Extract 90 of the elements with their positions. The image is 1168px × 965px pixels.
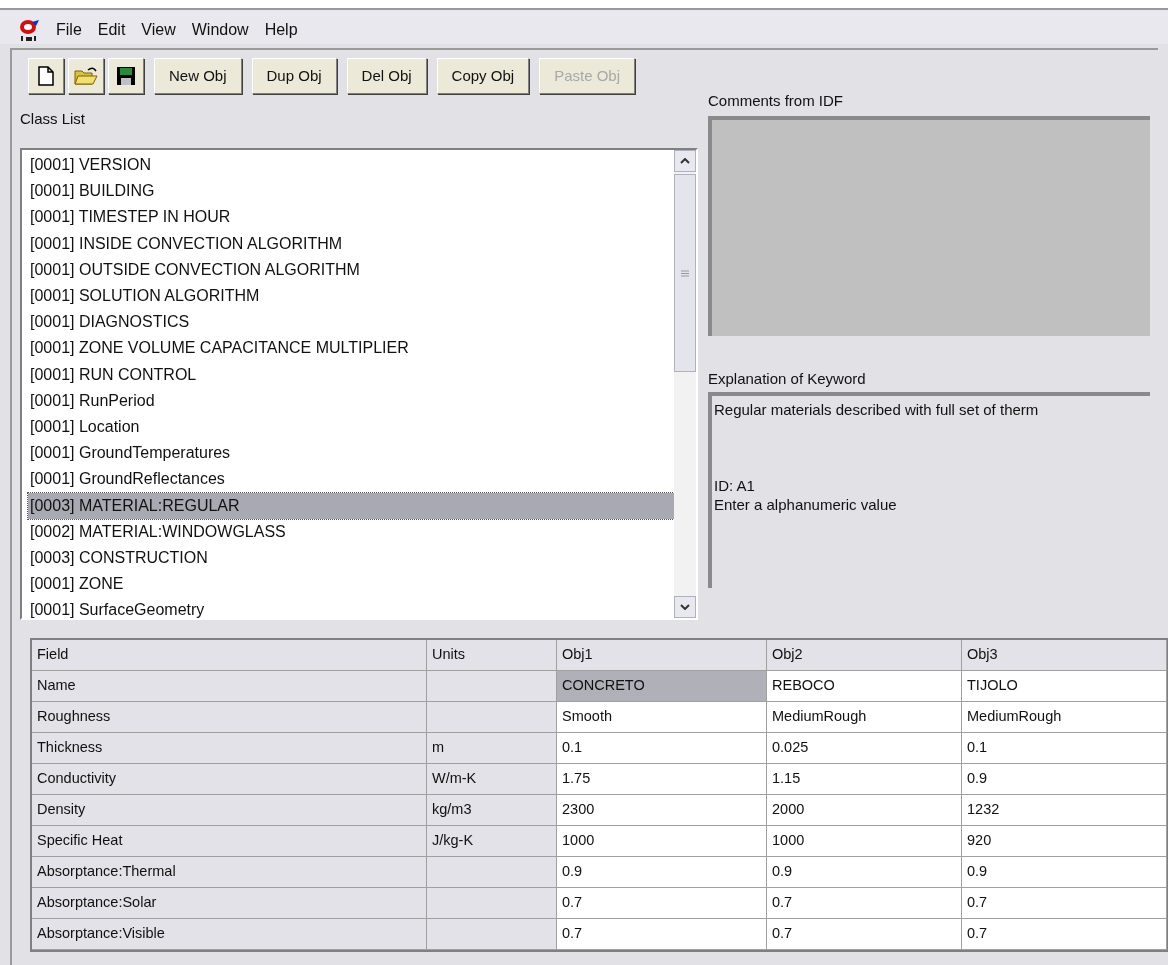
column-header: Units [427, 640, 557, 671]
value-cell[interactable]: Smooth [557, 702, 767, 733]
toolbar-button[interactable]: New Obj [154, 58, 242, 94]
value-cell[interactable]: 0.1 [557, 733, 767, 764]
field-name-cell: Roughness [32, 702, 427, 733]
value-cell[interactable]: 2300 [557, 795, 767, 826]
class-list-item[interactable]: [0001] INSIDE CONVECTION ALGORITHM [28, 230, 674, 257]
class-list-item[interactable]: [0001] TIMESTEP IN HOUR [28, 204, 674, 231]
chevron-up-icon [680, 158, 690, 164]
value-cell[interactable]: 0.9 [962, 857, 1167, 888]
value-cell[interactable]: 0.025 [767, 733, 962, 764]
value-cell[interactable]: 1.15 [767, 764, 962, 795]
value-cell[interactable]: REBOCO [767, 671, 962, 702]
value-cell[interactable]: 1.75 [557, 764, 767, 795]
class-list-item[interactable]: [0002] MATERIAL:WINDOWGLASS [28, 518, 674, 546]
value-cell[interactable]: 0.7 [962, 888, 1167, 919]
scroll-down-button[interactable] [674, 596, 696, 618]
units-cell: J/kg-K [427, 826, 557, 857]
menu-item[interactable]: Help [264, 18, 298, 42]
class-list-item[interactable]: [0001] BUILDING [28, 178, 674, 205]
class-list-item[interactable]: [0001] DIAGNOSTICS [28, 309, 674, 336]
value-cell[interactable]: 1000 [557, 826, 767, 857]
field-name-cell: Absorptance:Visible [32, 919, 427, 950]
class-list-item[interactable]: [0001] GroundReflectances [28, 466, 674, 493]
field-name-cell: Absorptance:Solar [32, 888, 427, 919]
value-cell[interactable]: MediumRough [767, 702, 962, 733]
value-cell[interactable]: 0.7 [767, 888, 962, 919]
class-list-item[interactable]: [0001] ZONE [28, 571, 674, 598]
blank-page-icon [38, 66, 54, 86]
field-name-cell: Absorptance:Thermal [32, 857, 427, 888]
value-cell[interactable]: MediumRough [962, 702, 1167, 733]
class-list-item[interactable]: [0001] OUTSIDE CONVECTION ALGORITHM [28, 256, 674, 283]
value-cell[interactable]: CONCRETO [557, 671, 767, 702]
column-header: Field [32, 640, 427, 671]
value-cell[interactable]: 920 [962, 826, 1167, 857]
new-file-icon-button[interactable] [28, 58, 64, 94]
scrollbar[interactable] [674, 150, 696, 618]
class-list-item[interactable]: [0001] SOLUTION ALGORITHM [28, 283, 674, 310]
explanation-text: Regular materials described with full set of therm [714, 400, 1040, 419]
class-list-label: Class List [20, 109, 87, 129]
field-name-cell: Conductivity [32, 764, 427, 795]
field-name-cell: Density [32, 795, 427, 826]
chevron-down-icon [680, 604, 690, 610]
field-name-cell: Thickness [32, 733, 427, 764]
class-list-item[interactable]: [0001] RUN CONTROL [28, 361, 674, 388]
class-list-item[interactable]: [0003] CONSTRUCTION [28, 545, 674, 572]
menu-item[interactable]: File [56, 18, 82, 42]
value-cell[interactable]: 2000 [767, 795, 962, 826]
column-header: Obj3 [962, 640, 1167, 671]
scroll-up-button[interactable] [674, 150, 696, 172]
toolbar-button[interactable]: Dup Obj [251, 58, 337, 94]
value-cell[interactable]: 0.1 [962, 733, 1167, 764]
field-name-cell: Name [32, 671, 427, 702]
menu-item[interactable]: View [141, 18, 176, 42]
class-list-item[interactable]: [0001] SurfaceGeometry [28, 597, 674, 624]
open-folder-icon [74, 66, 98, 86]
field-name-cell: Specific Heat [32, 826, 427, 857]
value-cell[interactable]: 0.7 [557, 888, 767, 919]
explanation-text: ID: A1 [714, 476, 756, 495]
menu-item[interactable]: Window [191, 18, 249, 42]
class-list-item[interactable]: [0001] ZONE VOLUME CAPACITANCE MULTIPLIER [28, 335, 674, 362]
units-cell: m [427, 733, 557, 764]
open-folder-icon-button[interactable] [68, 58, 104, 94]
class-list-item[interactable]: [0001] VERSION [28, 152, 674, 179]
class-list-item[interactable]: [0001] RunPeriod [28, 387, 674, 415]
toolbar-button[interactable]: Copy Obj [436, 58, 530, 94]
value-cell[interactable]: 1000 [767, 826, 962, 857]
value-cell[interactable]: TIJOLO [962, 671, 1167, 702]
toolbar-button[interactable]: Del Obj [346, 58, 427, 94]
column-header: Obj1 [557, 640, 767, 671]
value-cell[interactable]: 0.9 [557, 857, 767, 888]
explanation-label: Explanation of Keyword [708, 369, 867, 389]
comments-label: Comments from IDF [708, 91, 844, 111]
class-list-item[interactable]: [0001] GroundTemperatures [28, 440, 674, 467]
scroll-thumb[interactable] [674, 174, 696, 372]
column-header: Obj2 [767, 640, 962, 671]
units-cell: W/m-K [427, 764, 557, 795]
value-cell[interactable]: 0.7 [962, 919, 1167, 950]
units-cell: kg/m3 [427, 795, 557, 826]
grip-icon [681, 269, 689, 277]
value-cell[interactable]: 1232 [962, 795, 1167, 826]
class-list-item[interactable]: [0001] Location [28, 414, 674, 441]
menu-item[interactable]: Edit [97, 18, 126, 42]
class-list-item[interactable]: [0003] MATERIAL:REGULAR [28, 492, 674, 519]
value-cell[interactable]: 0.9 [962, 764, 1167, 795]
save-icon-button[interactable] [108, 58, 144, 94]
value-cell[interactable]: 0.7 [557, 919, 767, 950]
explanation-text: Enter a alphanumeric value [714, 495, 898, 514]
value-cell[interactable]: 0.9 [767, 857, 962, 888]
value-cell[interactable]: 0.7 [767, 919, 962, 950]
